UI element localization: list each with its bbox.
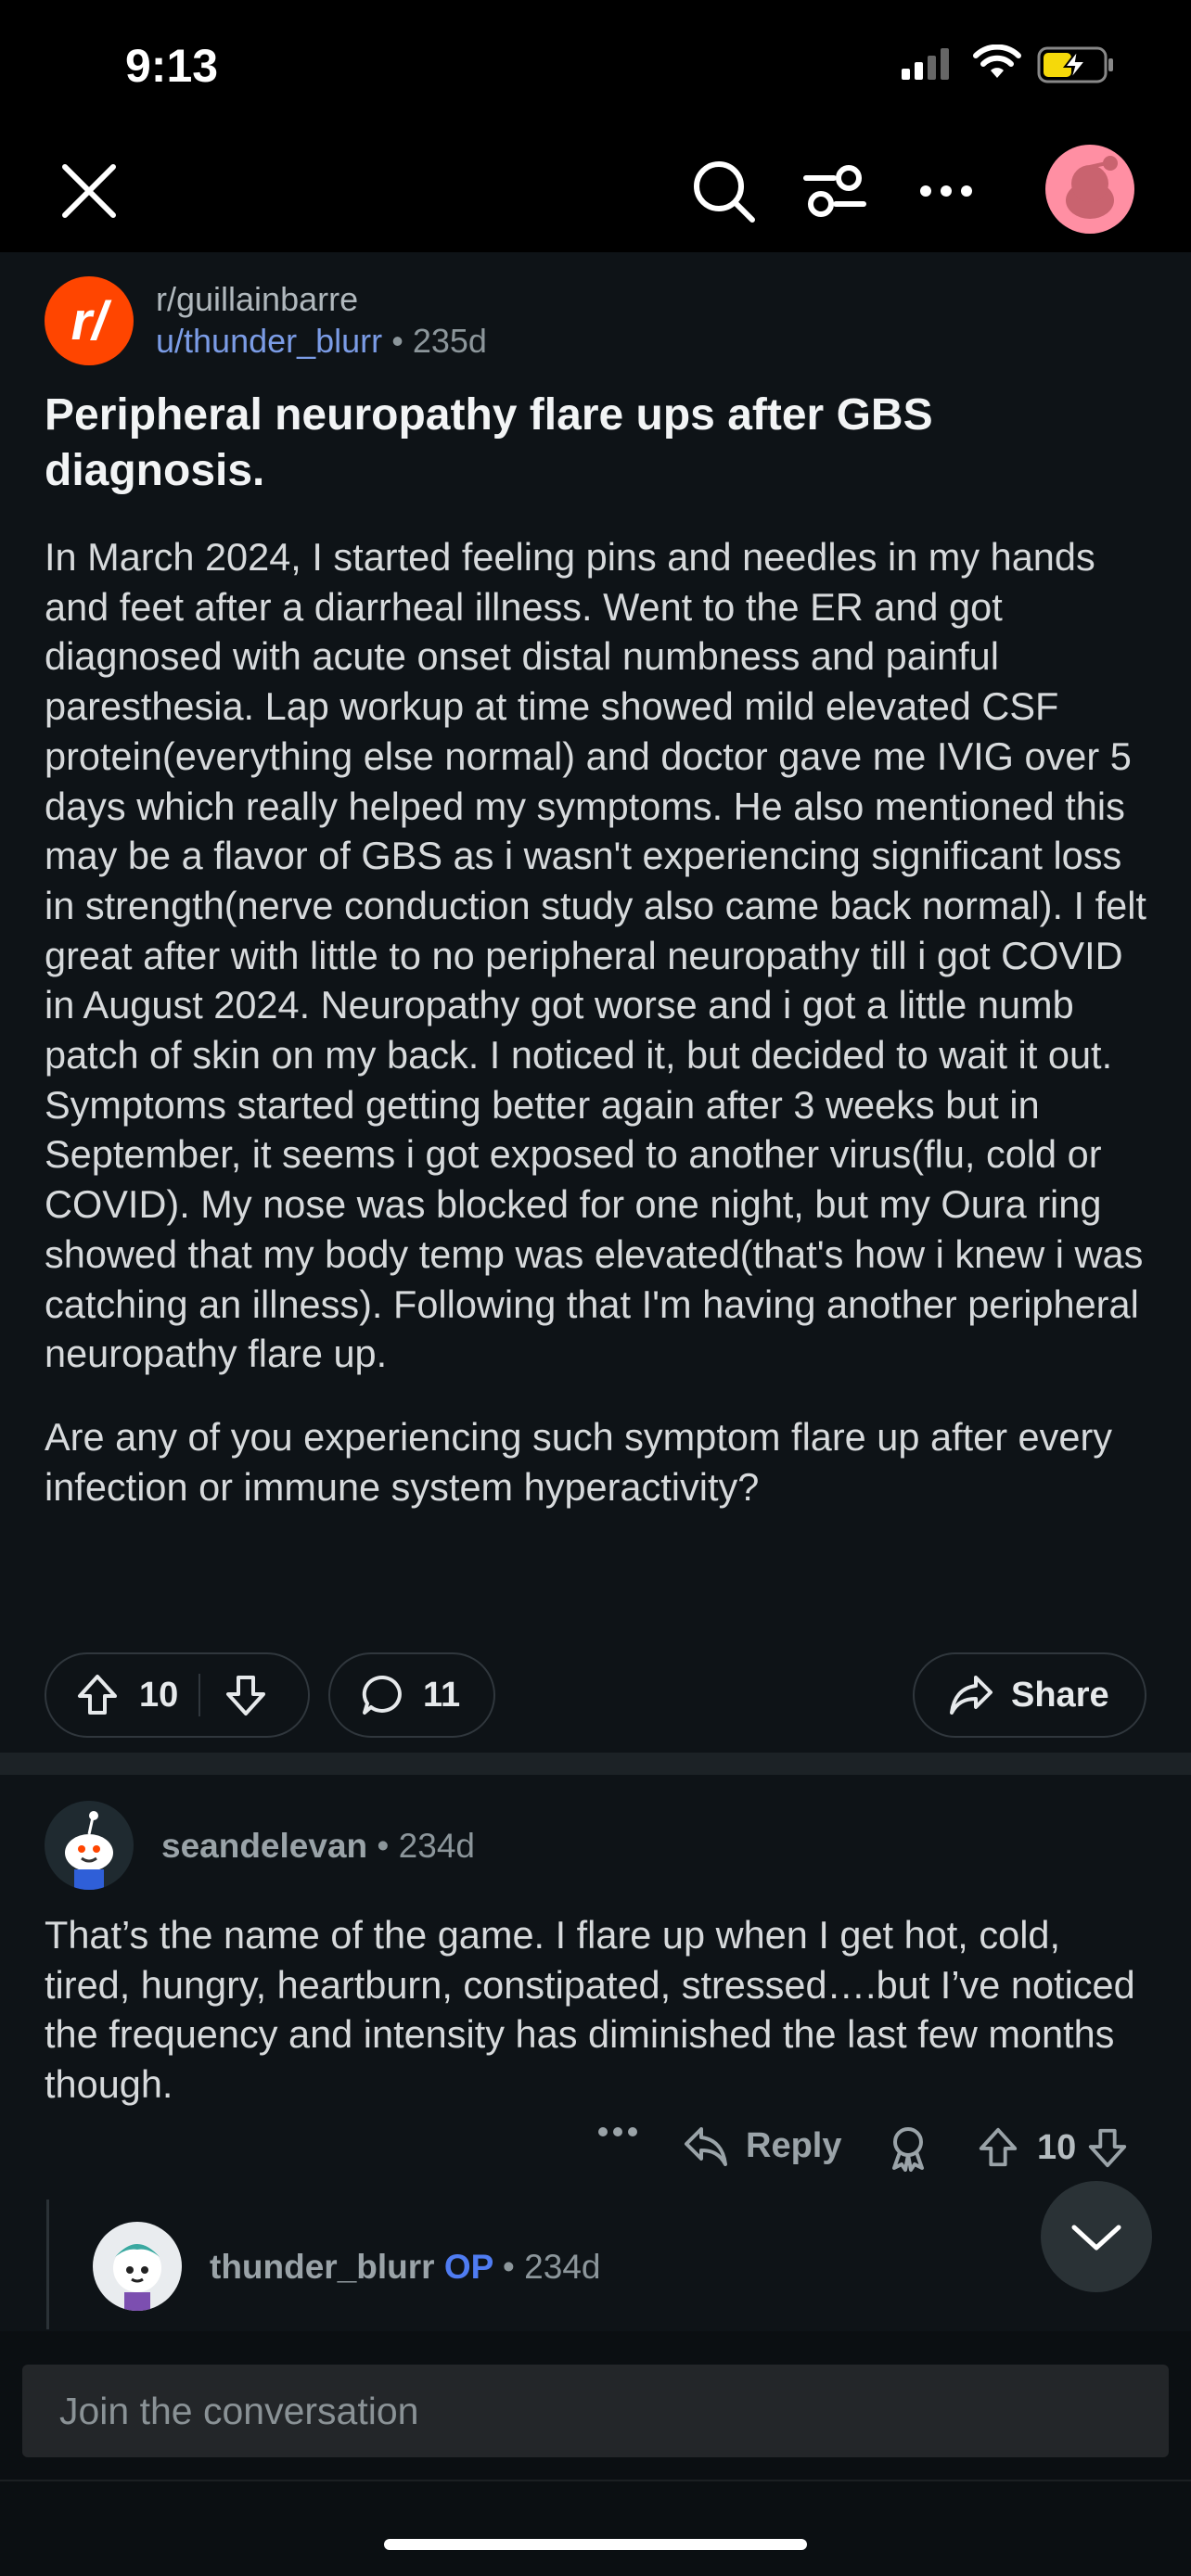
post-meta: u/thunder_blurr • 235d (156, 322, 487, 361)
home-indicator[interactable] (384, 2539, 807, 2550)
vote-divider (198, 1674, 201, 1716)
comment-count: 11 (423, 1675, 461, 1715)
thread-line (46, 2200, 49, 2329)
post-paragraph: In March 2024, I started feeling pins an… (45, 535, 1146, 1376)
more-options-button[interactable] (911, 156, 981, 226)
comment-more-button[interactable] (597, 2125, 638, 2138)
comment-body: That’s the name of the game. I flare up … (45, 1913, 1135, 2106)
comment-vote-control: 10 (976, 2125, 1130, 2170)
post-author-link[interactable]: u/thunder_blurr (156, 322, 382, 360)
more-icon (920, 185, 972, 197)
reply-author[interactable]: thunder_blurr (210, 2248, 435, 2286)
close-button[interactable] (54, 156, 124, 226)
chevron-down-icon (1071, 2225, 1121, 2251)
post-age: 235d (412, 322, 487, 360)
reply-icon (685, 2127, 727, 2166)
comment-age: 234d (398, 1827, 475, 1865)
user-avatar[interactable] (1045, 145, 1134, 234)
avatar (113, 2244, 161, 2311)
share-button[interactable]: Share (913, 1652, 1146, 1738)
share-icon (950, 1676, 992, 1715)
post-title: Peripheral neuropathy flare ups after GB… (45, 390, 933, 495)
subreddit-icon[interactable]: r/ (45, 276, 134, 365)
join-placeholder: Join the conversation (59, 2389, 419, 2432)
downvote-icon[interactable] (223, 1672, 269, 1718)
reply-author-line: thunder_blurr OP • 234d (210, 2248, 600, 2287)
reply-avatar[interactable] (93, 2222, 182, 2311)
op-badge: OP (443, 2248, 493, 2286)
reply-age: 234d (524, 2248, 601, 2286)
section-divider (0, 1753, 1191, 1775)
comments-button[interactable]: 11 (328, 1652, 495, 1738)
filter-icon (803, 165, 866, 217)
comment-icon (362, 1675, 402, 1715)
upvote-icon[interactable] (976, 2125, 1020, 2170)
filter-button[interactable] (800, 156, 870, 226)
subreddit-name[interactable]: r/guillainbarre (156, 280, 358, 319)
top-bar (0, 130, 1191, 252)
battery-icon (1037, 46, 1113, 83)
search-icon (694, 161, 755, 223)
comment-avatar[interactable] (45, 1801, 134, 1890)
share-label: Share (1011, 1675, 1109, 1715)
comment-vote-count: 10 (1037, 2127, 1077, 2167)
comment-author-line: seandelevan • 234d (161, 1827, 475, 1866)
award-icon (892, 2127, 924, 2172)
downvote-icon[interactable] (1085, 2125, 1130, 2170)
status-bar: 9:13 (0, 0, 1191, 130)
avatar (65, 1811, 113, 1890)
join-conversation-input[interactable]: Join the conversation (22, 2365, 1169, 2457)
wifi-icon (973, 45, 1021, 78)
avatar (1066, 156, 1118, 219)
vote-count: 10 (139, 1675, 179, 1715)
meta-separator: • (502, 2248, 515, 2286)
award-button[interactable] (887, 2125, 929, 2172)
comment-author[interactable]: seandelevan (161, 1827, 367, 1865)
close-icon (62, 164, 116, 218)
bottom-divider (0, 2480, 1191, 2481)
next-comment-button[interactable] (1041, 2181, 1152, 2292)
more-icon (598, 2127, 637, 2136)
upvote-icon[interactable] (74, 1672, 121, 1718)
search-button[interactable] (688, 156, 759, 226)
post-paragraph: Are any of you experiencing such symptom… (45, 1414, 1113, 1509)
signal-icon (902, 48, 949, 80)
reply-button[interactable]: Reply (683, 2125, 841, 2166)
status-time: 9:13 (125, 40, 219, 92)
vote-control: 10 (45, 1652, 310, 1738)
meta-separator: • (377, 1827, 390, 1865)
post-body: In March 2024, I started feeling pins an… (45, 532, 1154, 1545)
reply-label: Reply (746, 2125, 842, 2165)
meta-separator: • (391, 322, 403, 360)
